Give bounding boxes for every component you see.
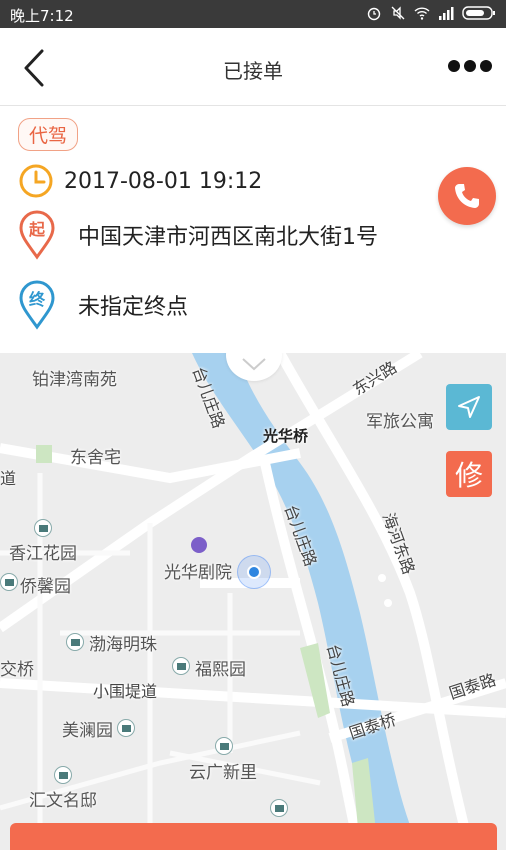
end-location-row: 终 未指定终点	[18, 280, 188, 330]
order-time-row: 2017-08-01 19:12	[18, 163, 262, 199]
map-label: 光华剧院	[164, 563, 232, 583]
poi-icon	[34, 519, 52, 537]
map-label: 军旅公寓	[366, 412, 434, 432]
map-label: 小围堤道	[93, 682, 158, 701]
status-bar: 晚上7:12	[0, 0, 506, 28]
map-label: 东舍宅	[70, 448, 121, 468]
alarm-icon	[367, 7, 381, 21]
chevron-down-icon	[242, 358, 266, 371]
more-dots-icon[interactable]	[446, 56, 494, 76]
edit-button[interactable]: 修	[446, 451, 492, 497]
map-label: 汇文名邸	[29, 791, 97, 811]
phone-icon	[455, 184, 479, 208]
start-location-row: 起 中国天津市河西区南北大街1号	[18, 210, 378, 260]
poi-icon	[0, 573, 18, 591]
map-label: 侨馨园	[20, 577, 71, 597]
map-label: 福熙园	[195, 660, 246, 680]
poi-icon	[54, 766, 72, 784]
map-label: 云广新里	[189, 763, 257, 783]
end-badge: 终	[29, 290, 46, 309]
poi-icon	[172, 657, 190, 675]
locate-button[interactable]	[446, 384, 492, 430]
map-label: 香江花园	[9, 544, 77, 564]
map-view[interactable]: 修 铂津湾南苑 东舍宅 军旅公寓 东兴路 光华桥 台儿庄路 台儿庄路 台儿庄路 …	[0, 353, 506, 850]
end-address: 未指定终点	[78, 295, 189, 320]
start-address: 中国天津市河西区南北大街1号	[78, 225, 378, 250]
map-label: 交桥	[0, 660, 34, 680]
status-icons	[366, 5, 496, 21]
poi-icon	[66, 633, 84, 651]
map-label: 美澜园	[62, 721, 113, 741]
service-type-tag: 代驾	[18, 118, 79, 151]
theater-icon	[191, 537, 207, 553]
bottom-action-button[interactable]	[10, 823, 497, 850]
call-driver-button[interactable]	[438, 167, 496, 225]
poi-icon	[215, 737, 233, 755]
page-title: 已接单	[223, 59, 283, 83]
battery-icon	[462, 6, 495, 20]
wifi-icon	[414, 7, 430, 20]
navigation-arrow-icon	[458, 396, 480, 418]
start-pin-icon: 起	[19, 210, 55, 260]
mute-icon	[391, 6, 405, 20]
current-location-marker	[237, 555, 271, 589]
clock-icon	[19, 164, 53, 198]
order-time: 2017-08-01 19:12	[64, 168, 263, 194]
start-badge: 起	[28, 220, 46, 239]
nav-bar: 已接单	[0, 28, 506, 106]
map-label: 铂津湾南苑	[32, 370, 117, 390]
map-label: 道	[0, 469, 17, 488]
order-info-panel: 代驾 2017-08-01 19:12 起 中国天津市河西区南北大街1号 终 未…	[0, 107, 506, 353]
map-label: 渤海明珠	[89, 635, 157, 655]
signal-icon	[439, 7, 454, 20]
poi-icon	[117, 719, 135, 737]
status-time: 晚上7:12	[10, 7, 74, 25]
end-pin-icon: 终	[19, 280, 55, 330]
poi-icon	[270, 799, 288, 817]
map-label: 光华桥	[263, 427, 309, 445]
